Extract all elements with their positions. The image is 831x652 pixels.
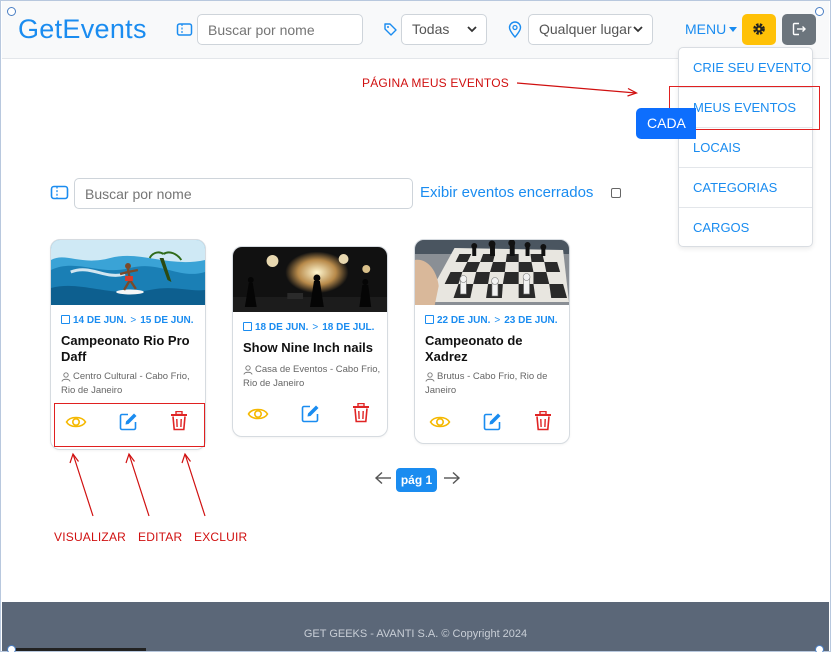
arrow-left-icon[interactable] xyxy=(374,471,392,485)
menu-dropdown: CRIE SEU EVENTO MEUS EVENTOS LOCAIS CATE… xyxy=(678,47,813,247)
eye-icon[interactable] xyxy=(247,405,269,423)
footer-copyright: GET GEEKS - AVANTI S.A. © Copyright 2024 xyxy=(303,628,528,640)
annotation-delete: EXCLUIR xyxy=(194,530,248,544)
chevron-right-icon: > xyxy=(494,315,501,326)
resize-handle[interactable] xyxy=(815,7,824,16)
menu-label: MENU xyxy=(685,21,727,37)
resize-handle[interactable] xyxy=(815,645,824,652)
eye-icon[interactable] xyxy=(429,413,451,431)
category-select-value: Todas xyxy=(412,21,450,37)
event-dates: 14 DE JUN. >15 DE JUN. xyxy=(61,315,194,326)
annotation-view: VISUALIZAR xyxy=(54,530,127,544)
gear-icon xyxy=(753,23,765,35)
ticket-icon xyxy=(50,185,69,200)
chevron-down-icon xyxy=(633,26,643,33)
calendar-icon xyxy=(425,315,434,324)
edit-icon[interactable] xyxy=(301,404,320,423)
ticket-icon xyxy=(176,23,193,36)
event-start-date: 14 DE JUN. xyxy=(73,315,127,326)
calendar-icon xyxy=(61,315,70,324)
annotation-page-label: PÁGINA MEUS EVENTOS xyxy=(362,76,509,90)
event-end-date: 18 DE JUL. xyxy=(322,322,375,333)
location-select[interactable]: Qualquer lugar xyxy=(528,14,653,45)
event-place: Brutus - Cabo Frio, Rio de Janeiro xyxy=(425,371,548,396)
show-closed-label: Exibir eventos encerrados xyxy=(420,184,594,201)
event-place: Centro Cultural - Cabo Frio, Rio de Jane… xyxy=(61,371,190,396)
event-search-input[interactable] xyxy=(74,178,413,209)
event-start-date: 22 DE JUN. xyxy=(437,315,491,326)
resize-handle[interactable] xyxy=(7,645,16,652)
create-event-button[interactable]: CADA xyxy=(636,108,696,139)
logout-button[interactable] xyxy=(782,14,816,45)
trash-icon[interactable] xyxy=(352,403,370,423)
annotation-edit: EDITAR xyxy=(138,530,183,544)
menu-item-roles[interactable]: CARGOS xyxy=(679,208,812,248)
annotation-arrows xyxy=(69,452,206,517)
menu-item-locations[interactable]: LOCAIS xyxy=(679,128,812,168)
actions-highlight-box xyxy=(54,403,205,447)
surfer-photo xyxy=(51,240,205,305)
brand-logo[interactable]: GetEvents xyxy=(18,14,147,45)
arrow-right-icon[interactable] xyxy=(443,471,461,485)
menu-item-categories[interactable]: CATEGORIAS xyxy=(679,168,812,208)
event-dates: 18 DE JUN. >18 DE JUL. xyxy=(243,322,374,333)
event-end-date: 15 DE JUN. xyxy=(140,315,194,326)
chevron-right-icon: > xyxy=(130,315,137,326)
show-closed-checkbox[interactable] xyxy=(611,188,621,198)
event-start-date: 18 DE JUN. xyxy=(255,322,309,333)
scrollbar[interactable] xyxy=(14,648,146,652)
chevron-right-icon: > xyxy=(312,322,319,333)
event-title: Show Nine Inch nails xyxy=(243,340,374,355)
concert-photo xyxy=(233,247,387,312)
settings-button[interactable] xyxy=(742,14,776,45)
location-pin-icon xyxy=(508,21,522,38)
trash-icon[interactable] xyxy=(534,411,552,431)
search-input[interactable] xyxy=(197,14,363,45)
category-select[interactable]: Todas xyxy=(401,14,487,45)
annotation-arrow xyxy=(516,82,639,97)
page-footer: GET GEEKS - AVANTI S.A. © Copyright 2024 xyxy=(2,602,829,652)
tag-icon xyxy=(384,23,397,36)
edit-icon[interactable] xyxy=(483,412,502,431)
event-dates: 22 DE JUN. >23 DE JUN. xyxy=(425,315,558,326)
logout-icon xyxy=(792,22,806,36)
caret-down-icon xyxy=(729,27,738,32)
event-end-date: 23 DE JUN. xyxy=(504,315,558,326)
chess-photo xyxy=(415,240,569,305)
event-title: Campeonato de Xadrez xyxy=(425,333,523,364)
menu-item-create-event[interactable]: CRIE SEU EVENTO xyxy=(679,48,812,88)
menu-dropdown-toggle[interactable]: MENU xyxy=(685,21,738,37)
location-select-value: Qualquer lugar xyxy=(539,21,632,37)
current-page-button[interactable]: pág 1 xyxy=(396,468,437,492)
event-title: Campeonato Rio Pro Daff xyxy=(61,333,190,364)
resize-handle[interactable] xyxy=(7,7,16,16)
event-place: Casa de Eventos - Cabo Frio, Rio de Jane… xyxy=(243,364,381,389)
calendar-icon xyxy=(243,322,252,331)
chevron-down-icon xyxy=(467,26,477,33)
